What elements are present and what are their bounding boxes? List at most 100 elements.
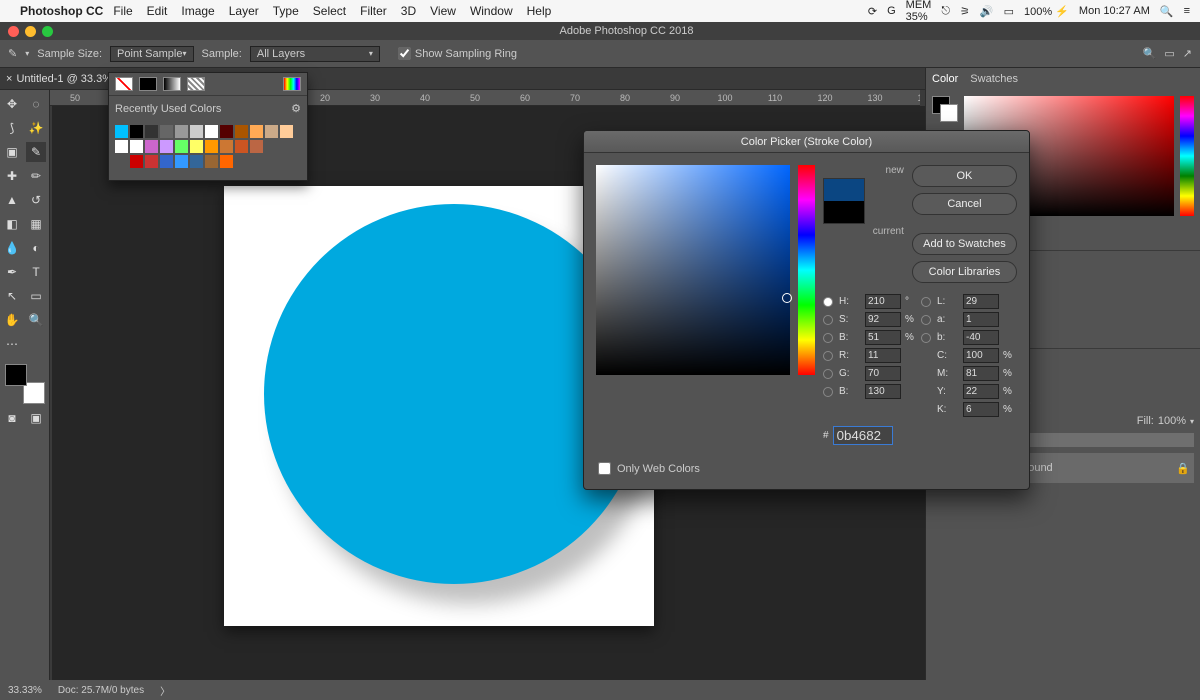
lab-a-radio[interactable]: [921, 315, 931, 325]
rgb-r-radio[interactable]: [823, 351, 833, 361]
hsb-b-radio[interactable]: [823, 333, 833, 343]
screen-mode-icon[interactable]: ▣: [26, 408, 46, 428]
no-color-swatch[interactable]: [115, 77, 133, 91]
recent-color-swatch[interactable]: [220, 155, 233, 168]
spotlight-icon[interactable]: 🔍: [1160, 5, 1174, 18]
gear-icon[interactable]: ⚙: [291, 102, 301, 115]
recent-color-swatch[interactable]: [250, 125, 263, 138]
path-select-tool-icon[interactable]: ↖: [2, 286, 22, 306]
menu-select[interactable]: Select: [313, 4, 346, 18]
lab-l-radio[interactable]: [921, 297, 931, 307]
bluetooth-icon[interactable]: ⎋: [941, 5, 950, 18]
hsb-b-input[interactable]: [865, 330, 901, 345]
sample-select[interactable]: All Layers▾: [250, 46, 380, 62]
recent-color-swatch[interactable]: [220, 125, 233, 138]
menu-image[interactable]: Image: [181, 4, 214, 18]
menu-type[interactable]: Type: [273, 4, 299, 18]
stamp-tool-icon[interactable]: ▲: [2, 190, 22, 210]
saturation-field[interactable]: [596, 165, 790, 375]
recent-color-swatch[interactable]: [130, 155, 143, 168]
history-brush-tool-icon[interactable]: ↺: [26, 190, 46, 210]
cancel-button[interactable]: Cancel: [912, 193, 1017, 215]
zoom-window-icon[interactable]: [42, 26, 53, 37]
quickmask-icon[interactable]: ◙: [2, 408, 22, 428]
show-sampling-ring-checkbox[interactable]: Show Sampling Ring: [398, 47, 517, 60]
ok-button[interactable]: OK: [912, 165, 1017, 187]
zoom-level[interactable]: 33.33%: [8, 685, 42, 696]
foreground-background-swatch[interactable]: [5, 364, 45, 404]
solid-swatch[interactable]: [139, 77, 157, 91]
move-tool-icon[interactable]: ✥: [2, 94, 22, 114]
eyedropper-tool-icon[interactable]: ✎: [26, 142, 46, 162]
recent-color-swatch[interactable]: [235, 140, 248, 153]
lab-b-radio[interactable]: [921, 333, 931, 343]
recent-color-swatch[interactable]: [205, 155, 218, 168]
recent-color-swatch[interactable]: [175, 140, 188, 153]
recent-color-swatch[interactable]: [190, 125, 203, 138]
color-libraries-button[interactable]: Color Libraries: [912, 261, 1017, 283]
menu-layer[interactable]: Layer: [229, 4, 259, 18]
menu-help[interactable]: Help: [527, 4, 552, 18]
foreground-color-swatch[interactable]: [5, 364, 27, 386]
recent-color-swatch[interactable]: [235, 125, 248, 138]
menu-view[interactable]: View: [430, 4, 456, 18]
volume-icon[interactable]: 🔊: [980, 5, 994, 18]
search-icon[interactable]: 🔍: [1143, 47, 1157, 60]
color-marker[interactable]: [782, 293, 792, 303]
logitech-icon[interactable]: G: [887, 5, 896, 17]
recent-color-swatch[interactable]: [250, 140, 263, 153]
rgb-r-input[interactable]: [865, 348, 901, 363]
menu-3d[interactable]: 3D: [401, 4, 416, 18]
type-tool-icon[interactable]: T: [26, 262, 46, 282]
healing-tool-icon[interactable]: ✚: [2, 166, 22, 186]
app-name[interactable]: Photoshop CC: [20, 4, 103, 18]
recent-color-swatch[interactable]: [115, 125, 128, 138]
new-color-preview[interactable]: [824, 179, 864, 201]
recent-color-swatch[interactable]: [160, 125, 173, 138]
tab-color[interactable]: Color: [932, 73, 958, 85]
recent-color-swatch[interactable]: [130, 140, 143, 153]
color-bg-swatch[interactable]: [940, 104, 958, 122]
menu-icon[interactable]: ≡: [1184, 5, 1190, 17]
recent-color-swatch[interactable]: [190, 155, 203, 168]
gradient-swatch[interactable]: [163, 77, 181, 91]
eraser-tool-icon[interactable]: ◧: [2, 214, 22, 234]
recent-color-swatch[interactable]: [130, 125, 143, 138]
hand-tool-icon[interactable]: ✋: [2, 310, 22, 330]
recent-color-swatch[interactable]: [145, 125, 158, 138]
rgb-g-radio[interactable]: [823, 369, 833, 379]
lab-a-input[interactable]: [963, 312, 999, 327]
hex-input[interactable]: [833, 426, 893, 445]
sample-size-select[interactable]: Point Sample▾: [110, 46, 193, 62]
hue-slider[interactable]: [798, 165, 815, 375]
lasso-tool-icon[interactable]: ⟆: [2, 118, 22, 138]
recent-color-swatch[interactable]: [160, 140, 173, 153]
hsb-s-input[interactable]: [865, 312, 901, 327]
workspace-icon[interactable]: ▭: [1164, 47, 1174, 60]
add-to-swatches-button[interactable]: Add to Swatches: [912, 233, 1017, 255]
rgb-g-input[interactable]: [865, 366, 901, 381]
only-web-colors-checkbox[interactable]: Only Web Colors: [598, 462, 700, 475]
share-icon[interactable]: ↗: [1183, 47, 1192, 60]
recent-color-swatch[interactable]: [145, 155, 158, 168]
pen-tool-icon[interactable]: ✒: [2, 262, 22, 282]
wifi-icon[interactable]: ⚞: [960, 5, 970, 18]
menu-window[interactable]: Window: [470, 4, 513, 18]
recent-color-swatch[interactable]: [160, 155, 173, 168]
recent-color-swatch[interactable]: [265, 125, 278, 138]
eyedropper-tool-icon[interactable]: ✎: [8, 47, 17, 60]
recent-color-swatch[interactable]: [205, 125, 218, 138]
clock[interactable]: Mon 10:27 AM: [1079, 5, 1150, 17]
fill-value[interactable]: 100%: [1158, 415, 1186, 427]
spectrum-swatch[interactable]: [283, 77, 301, 91]
pattern-swatch[interactable]: [187, 77, 205, 91]
recent-color-swatch[interactable]: [220, 140, 233, 153]
cmyk-k-input[interactable]: [963, 402, 999, 417]
doc-info[interactable]: Doc: 25.7M/0 bytes: [58, 685, 144, 696]
marquee-tool-icon[interactable]: ◌: [26, 94, 46, 114]
gradient-tool-icon[interactable]: ▦: [26, 214, 46, 234]
rgb-b-input[interactable]: [865, 384, 901, 399]
battery-indicator[interactable]: 100% ⚡: [1024, 5, 1069, 18]
recent-color-swatch[interactable]: [115, 140, 128, 153]
hsb-s-radio[interactable]: [823, 315, 833, 325]
